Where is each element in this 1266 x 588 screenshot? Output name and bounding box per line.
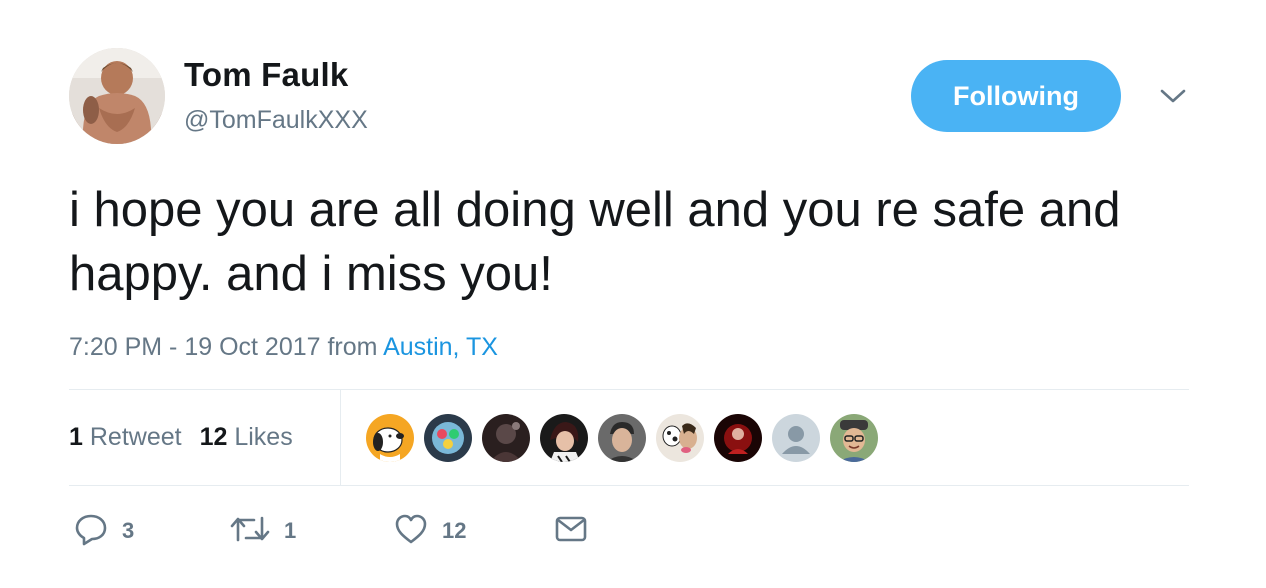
retweets-count: 1 [69, 423, 83, 451]
direct-message-button[interactable] [554, 513, 588, 549]
chevron-down-icon[interactable] [1158, 84, 1188, 108]
divider [69, 485, 1189, 486]
like-button[interactable]: 12 [394, 513, 466, 549]
like-count: 12 [442, 518, 467, 543]
author-handle[interactable]: @TomFaulkXXX [184, 106, 368, 135]
liker-avatar-dark[interactable] [482, 414, 530, 462]
heart-icon [394, 512, 428, 551]
reply-icon [74, 512, 108, 551]
retweets-stat[interactable]: 1 Retweet [69, 423, 182, 451]
tweet-actions: 3 1 12 [74, 513, 674, 549]
liker-avatar-red[interactable] [714, 414, 762, 462]
liker-avatar-colorful[interactable] [424, 414, 472, 462]
following-button[interactable]: Following [911, 60, 1121, 132]
likes-count: 12 [199, 423, 228, 451]
retweet-icon [230, 512, 270, 551]
retweets-label: Retweet [89, 423, 182, 451]
divider [69, 389, 1189, 390]
liker-avatar-default[interactable] [772, 414, 820, 462]
likes-label: Likes [234, 423, 293, 451]
liker-avatar-person[interactable] [540, 414, 588, 462]
author-avatar[interactable] [69, 48, 165, 144]
author-display-name[interactable]: Tom Faulk [184, 56, 348, 94]
tweet-text: i hope you are all doing well and you re… [69, 183, 1121, 301]
tweet-stats: 1 Retweet 12 Likes [69, 423, 293, 452]
retweet-button[interactable]: 1 [230, 513, 296, 549]
tweet-metadata: 7:20 PM - 19 Oct 2017 from Austin, TX [69, 333, 498, 362]
tweet-timestamp[interactable]: 7:20 PM - 19 Oct 2017 [69, 333, 321, 361]
tweet-card: Tom Faulk @TomFaulkXXX Following i hope … [0, 0, 1266, 588]
from-label: from [327, 333, 378, 361]
likers-avatar-row [366, 414, 888, 462]
reply-button[interactable]: 3 [74, 513, 134, 549]
likes-stat[interactable]: 12 Likes [200, 423, 293, 451]
liker-avatar-smiling-man[interactable] [830, 414, 878, 462]
liker-avatar-snoopy[interactable] [366, 414, 414, 462]
envelope-icon [554, 512, 588, 551]
tweet-location-link[interactable]: Austin, TX [383, 333, 498, 361]
stats-divider [340, 390, 341, 485]
liker-avatar-gray-person[interactable] [598, 414, 646, 462]
reply-count: 3 [122, 518, 135, 543]
liker-avatar-dogs[interactable] [656, 414, 704, 462]
retweet-count: 1 [284, 518, 297, 543]
